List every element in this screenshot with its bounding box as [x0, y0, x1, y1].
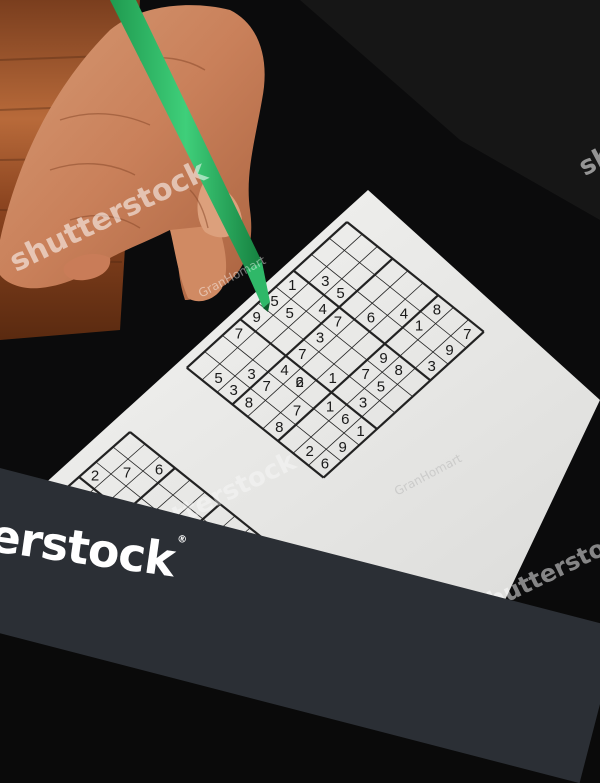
sudoku-main-digit: 5 [286, 305, 294, 322]
sudoku-main-digit: 6 [321, 455, 329, 472]
sudoku-main-digit: 8 [395, 362, 403, 379]
sudoku-main-digit: 9 [339, 439, 347, 456]
sudoku-main-digit: 3 [428, 358, 436, 375]
sudoku-main-digit: 3 [321, 273, 329, 290]
sudoku-main-digit: 1 [326, 399, 334, 416]
sudoku-main-digit: 7 [263, 378, 271, 395]
sudoku-main-digit: 5 [270, 293, 278, 310]
sudoku-main-digit: 8 [275, 419, 283, 436]
sudoku-second-digit: 6 [155, 462, 163, 479]
sudoku-main-digit: 9 [253, 309, 261, 326]
watermark-banner-mark: ® [176, 533, 187, 546]
sudoku-main-digit: 4 [280, 362, 288, 379]
sudoku-main-digit: 1 [415, 318, 423, 335]
sudoku-main-digit: 9 [379, 350, 387, 367]
sudoku-main-digit: 6 [341, 411, 349, 428]
sudoku-main-digit: 2 [306, 443, 314, 460]
sudoku-main-digit: 5 [377, 378, 385, 395]
sudoku-main-digit: 7 [293, 403, 301, 420]
sudoku-main-digit: 7 [362, 366, 370, 383]
sudoku-main-digit: 8 [433, 301, 441, 318]
sudoku-main-digit: 1 [329, 370, 337, 387]
sudoku-main-digit: 9 [445, 342, 453, 359]
sudoku-main-digit: 1 [288, 277, 296, 294]
sudoku-main-digit: 6 [296, 374, 304, 391]
sudoku-main-digit: 7 [334, 313, 342, 330]
sudoku-main-digit: 7 [298, 346, 306, 363]
sudoku-main-digit: 7 [463, 326, 471, 343]
sudoku-main-digit: 8 [245, 394, 253, 411]
sudoku-main-digit: 3 [316, 330, 324, 347]
sudoku-main-digit: 4 [319, 301, 327, 318]
sudoku-second-digit: 2 [91, 468, 99, 485]
sudoku-main-digit: 5 [336, 285, 344, 302]
sudoku-main-digit: 1 [356, 423, 364, 440]
sudoku-second-digit: 7 [123, 465, 131, 482]
sudoku-main-digit: 7 [235, 325, 243, 342]
sudoku-main-digit: 3 [247, 366, 255, 383]
sudoku-main-digit: 4 [400, 305, 408, 322]
sudoku-main-digit: 5 [214, 370, 222, 387]
sudoku-main-digit: 3 [359, 395, 367, 412]
sudoku-main-digit: 3 [230, 382, 238, 399]
sudoku-main-digit: 6 [367, 309, 375, 326]
